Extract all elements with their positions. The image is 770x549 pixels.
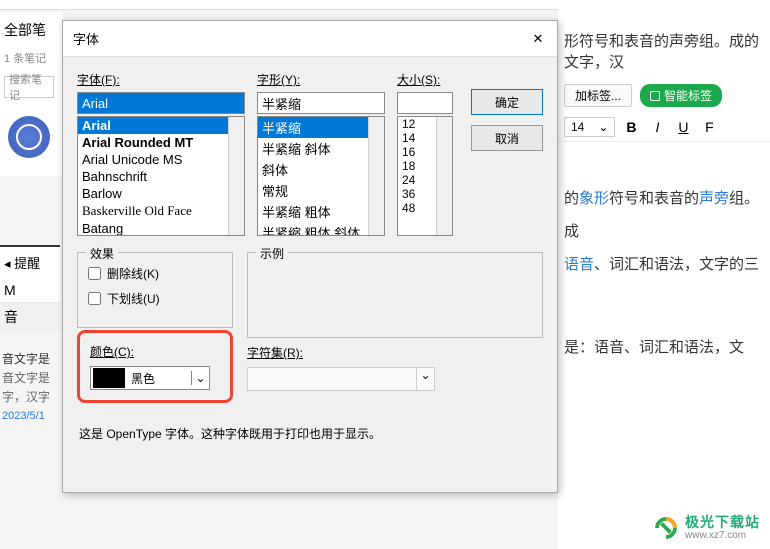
list-item[interactable]: Arial bbox=[78, 117, 244, 134]
list-item[interactable]: 半紧缩 bbox=[258, 117, 384, 138]
close-button[interactable]: ✕ bbox=[529, 30, 547, 48]
italic-button[interactable]: I bbox=[649, 119, 665, 135]
list-item[interactable]: Batang bbox=[78, 220, 244, 236]
list-item[interactable]: Arial Rounded MT bbox=[78, 134, 244, 151]
checkbox[interactable] bbox=[88, 292, 101, 305]
strikethrough-label: 删除线(K) bbox=[107, 265, 159, 282]
watermark-logo-icon bbox=[651, 513, 681, 543]
underline-label: 下划线(U) bbox=[107, 290, 160, 307]
ok-button[interactable]: 确定 bbox=[471, 89, 543, 115]
sample-label: 示例 bbox=[256, 245, 288, 262]
strikethrough-checkbox[interactable]: 删除线(K) bbox=[88, 265, 222, 282]
add-tag-button[interactable]: 加标签... bbox=[564, 84, 632, 107]
link[interactable]: 语音 bbox=[564, 256, 594, 273]
sample-group: 示例 bbox=[247, 252, 543, 338]
bold-button[interactable]: B bbox=[623, 119, 639, 135]
color-label: 颜色(C): bbox=[90, 343, 220, 360]
document-body[interactable]: 的象形符号和表音的声旁组。成 语音、词汇和语法，文字的三 是：语音、词汇和语法，… bbox=[558, 142, 770, 370]
dialog-title: 字体 bbox=[73, 29, 99, 48]
font-size-value: 14 bbox=[571, 120, 584, 134]
list-item[interactable]: 斜体 bbox=[258, 159, 384, 180]
scrollbar[interactable] bbox=[228, 117, 244, 235]
charset-dropdown[interactable]: ⌄ bbox=[247, 367, 435, 391]
effects-label: 效果 bbox=[86, 245, 118, 262]
color-dropdown[interactable]: 黑色 ⌄ bbox=[90, 366, 210, 390]
list-item[interactable]: 半紧缩 斜体 bbox=[258, 138, 384, 159]
link[interactable]: 象形 bbox=[579, 190, 609, 207]
smart-tag-label: 智能标签 bbox=[664, 87, 712, 104]
list-item[interactable]: 半紧缩 粗体 bbox=[258, 201, 384, 222]
list-item[interactable]: M bbox=[0, 278, 60, 303]
list-item[interactable]: Arial Unicode MS bbox=[78, 151, 244, 168]
checkbox[interactable] bbox=[88, 267, 101, 280]
underline-button[interactable]: U bbox=[675, 119, 691, 135]
font-dialog: 字体 ✕ 字体(F): Arial Arial Arial Rounded MT… bbox=[62, 20, 558, 493]
list-item[interactable]: Baskerville Old Face bbox=[78, 202, 244, 220]
notes-count: 1 条笔记 bbox=[0, 48, 62, 68]
font-size-selector[interactable]: 14 ⌄ bbox=[564, 117, 615, 137]
watermark-text: 极光下载站 bbox=[685, 515, 760, 530]
size-listbox[interactable]: 12 14 16 18 24 36 48 bbox=[397, 116, 453, 236]
chevron-down-icon: ⌄ bbox=[598, 120, 608, 134]
search-input[interactable]: 搜索笔记 bbox=[4, 76, 54, 98]
note-preview: 字，汉字 bbox=[2, 388, 62, 407]
cancel-button[interactable]: 取消 bbox=[471, 125, 543, 151]
font-input[interactable]: Arial bbox=[77, 92, 245, 114]
scrollbar[interactable] bbox=[368, 117, 384, 235]
list-item[interactable]: 音 bbox=[0, 303, 60, 331]
note-preview: 音文字是 bbox=[2, 350, 62, 369]
scrollbar[interactable] bbox=[436, 117, 452, 235]
style-label: 字形(Y): bbox=[257, 71, 385, 88]
charset-label: 字符集(R): bbox=[247, 344, 543, 361]
chevron-down-icon: ⌄ bbox=[191, 371, 209, 385]
note-preview: 音文字是 bbox=[2, 369, 62, 388]
smart-tag-button[interactable]: 智能标签 bbox=[640, 84, 722, 107]
color-swatch bbox=[93, 368, 125, 388]
format-button[interactable]: F bbox=[701, 119, 717, 135]
link[interactable]: 声旁 bbox=[699, 190, 729, 207]
color-highlight-box: 颜色(C): 黑色 ⌄ bbox=[77, 330, 233, 403]
size-input[interactable] bbox=[397, 92, 453, 114]
size-label: 大小(S): bbox=[397, 71, 453, 88]
reminders-header[interactable]: ◂ 提醒 bbox=[0, 245, 60, 278]
notes-title: 全部笔 bbox=[0, 12, 62, 48]
app-icon bbox=[8, 116, 50, 158]
lock-icon bbox=[650, 91, 660, 101]
list-item[interactable]: Barlow bbox=[78, 185, 244, 202]
font-label: 字体(F): bbox=[77, 71, 245, 88]
list-item[interactable]: 半紧缩 粗体 斜体 bbox=[258, 222, 384, 236]
watermark: 极光下载站 www.xz7.com bbox=[651, 513, 760, 543]
watermark-url: www.xz7.com bbox=[685, 530, 760, 541]
font-listbox[interactable]: Arial Arial Rounded MT Arial Unicode MS … bbox=[77, 116, 245, 236]
effects-group: 效果 删除线(K) 下划线(U) bbox=[77, 252, 233, 328]
underline-checkbox[interactable]: 下划线(U) bbox=[88, 290, 222, 307]
list-item[interactable]: 常规 bbox=[258, 180, 384, 201]
color-value: 黑色 bbox=[127, 370, 191, 387]
list-item[interactable]: Bahnschrift bbox=[78, 168, 244, 185]
chevron-down-icon: ⌄ bbox=[416, 368, 434, 390]
dialog-footnote: 这是 OpenType 字体。这种字体既用于打印也用于显示。 bbox=[77, 425, 543, 442]
style-input[interactable]: 半紧缩 bbox=[257, 92, 385, 114]
note-date: 2023/5/1 bbox=[2, 408, 62, 426]
style-listbox[interactable]: 半紧缩 半紧缩 斜体 斜体 常规 半紧缩 粗体 半紧缩 粗体 斜体 粗体 bbox=[257, 116, 385, 236]
document-title-fragment: 形符号和表音的声旁组。成的文字，汉 bbox=[558, 0, 770, 78]
